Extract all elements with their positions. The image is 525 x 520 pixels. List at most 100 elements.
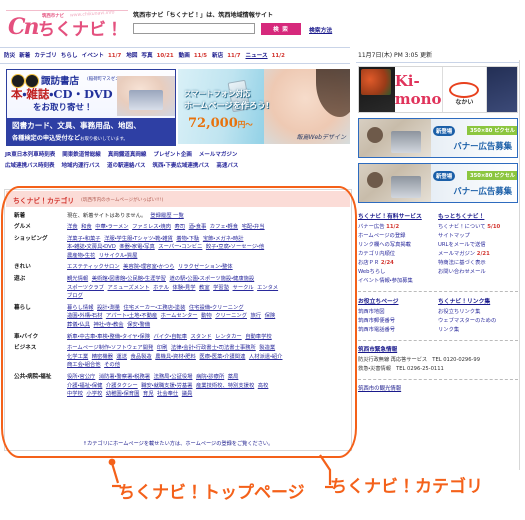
quick-link[interactable]: 地域内運行バス	[62, 163, 101, 169]
category-link[interactable]: 化学工業	[67, 354, 88, 360]
more-link[interactable]: お問い合わせメール	[438, 268, 518, 277]
category-link[interactable]: 住宅設備・クリーニング	[189, 305, 244, 311]
category-link[interactable]: アミューズメント	[107, 285, 149, 291]
category-link[interactable]: ブログ	[67, 293, 83, 299]
category-link[interactable]: 酒・食事	[189, 224, 207, 230]
paid-services-list[interactable]: バナー広告 11/2 ホームページの登録 リンク欄への写真掲載 カテゴリ内順位 お店ＰＲ…	[358, 223, 438, 286]
category-link[interactable]: 寿司	[174, 224, 185, 230]
category-link[interactable]: その他	[104, 362, 120, 368]
category-link[interactable]: 精密機器	[92, 354, 113, 360]
category-link[interactable]: 介護タクシー	[106, 383, 138, 389]
search-input[interactable]	[133, 23, 255, 34]
category-link[interactable]: 小学校	[86, 391, 102, 397]
category-link[interactable]: アパート・土地・不動産	[106, 313, 157, 319]
quick-link[interactable]: 関東鉄道常総線	[62, 152, 101, 158]
links-link[interactable]: リンク集	[438, 326, 518, 335]
category-link[interactable]: 宝飾・メガネ・時計	[203, 236, 244, 242]
more-link[interactable]: メールマガジン 2/21	[438, 250, 518, 259]
nav-item[interactable]: 防災	[4, 53, 15, 59]
category-link[interactable]: 病院・診療所	[196, 374, 224, 380]
useful-list[interactable]: 筑西市地図 筑西市郵便番号 筑西市電話番号	[358, 308, 438, 335]
paid-service-link[interactable]: Webちらし	[358, 268, 438, 277]
paid-service-link[interactable]: リンク欄への写真掲載	[358, 241, 438, 250]
paid-service-link[interactable]: お店ＰＲ 2/24	[358, 259, 438, 268]
category-link[interactable]: レンタカー	[215, 334, 242, 340]
quick-link[interactable]: メールマガジン	[199, 152, 238, 158]
paid-service-link[interactable]: バナー広告 11/2	[358, 223, 438, 232]
search-button[interactable]: 検 索	[261, 23, 301, 35]
category-link[interactable]: 神社・寺・教会	[94, 322, 124, 328]
category-link[interactable]: ホテル	[153, 285, 169, 291]
quick-link[interactable]: 高速バス	[216, 163, 238, 169]
category-link[interactable]: スーパー・コンビニ	[158, 244, 202, 250]
banner-webdesign[interactable]: スマートフォン対応 ホームページを作ろう! 72,000円～ 飯島Webデザイン	[178, 69, 350, 144]
category-link[interactable]: エンタメ	[257, 285, 278, 291]
more-link[interactable]: URLをメールで送信	[438, 241, 518, 250]
category-link[interactable]: 動物	[201, 313, 212, 319]
category-link[interactable]: 着物・下駄	[176, 236, 199, 242]
useful-link[interactable]: 筑西市郵便番号	[358, 317, 438, 326]
category-link[interactable]: 幼稚園・保育園	[106, 391, 140, 397]
category-link[interactable]: 自動車学校	[245, 334, 272, 340]
more-link[interactable]: ちくナビ！について 5/10	[438, 223, 518, 232]
category-link[interactable]: スタンド	[191, 334, 212, 340]
category-link[interactable]: 体験・見学	[173, 285, 196, 291]
category-link[interactable]: 保険	[265, 313, 276, 319]
more-list[interactable]: ちくナビ！について 5/10 サイトマップ URLをメールで送信 メールマガジン 2/…	[438, 223, 518, 277]
category-link[interactable]: ホームページ制作・ソフトウェア開発	[67, 345, 153, 351]
category-link[interactable]: リラクゼーション・整体	[178, 264, 233, 270]
category-link[interactable]: 楽器・家電・写真	[119, 244, 154, 250]
nav-item[interactable]: 新着	[19, 53, 30, 59]
category-link[interactable]: 保安・警備	[127, 322, 150, 328]
category-link[interactable]: 美術館・図書館・公民館・生涯学習	[92, 276, 166, 282]
category-link[interactable]: エステティックサロン	[67, 264, 120, 270]
nav-item[interactable]: ちらし	[61, 53, 78, 59]
category-link[interactable]: 社会奉仕	[157, 391, 178, 397]
category-link[interactable]: サークル	[233, 285, 254, 291]
category-link[interactable]: 観光情報	[67, 276, 88, 282]
category-link[interactable]: リサイクル・質屋	[99, 253, 138, 259]
category-link[interactable]: ファミレス・焼肉	[132, 224, 171, 230]
quick-links[interactable]: JR東日本列車時刻表 関東鉄道常総線 真岡鐵道真岡線 プレゼント企画 メールマガジン 広域…	[5, 150, 353, 172]
category-link[interactable]: 教室	[199, 285, 210, 291]
category-link[interactable]: 和食	[81, 224, 92, 230]
category-link[interactable]: 役所・官公庁	[67, 374, 95, 380]
main-nav[interactable]: 防災 新着 カテゴリ ちらし イベント 11/7 地図 写真 10/21 動画 11/5 新店 11/7…	[4, 51, 350, 61]
category-link[interactable]: 薬局	[228, 374, 239, 380]
category-link[interactable]: 産業技術校、特別支援校	[196, 383, 254, 389]
links-list[interactable]: お役立ちリンク集 ウェブマスターのための リンク集	[438, 308, 518, 335]
nav-item[interactable]: 新店	[212, 53, 223, 59]
more-link[interactable]: サイトマップ	[438, 232, 518, 241]
category-link[interactable]: 住宅メーカー・工務店・塗装	[124, 305, 186, 311]
category-link[interactable]: 介護・福祉・保健	[67, 383, 102, 389]
category-link[interactable]: 登録履歴 一覧	[150, 213, 183, 219]
category-link[interactable]: 造園・外構・石材	[67, 313, 102, 319]
category-link[interactable]: クリーニング	[215, 313, 247, 319]
category-link[interactable]: 農機具・資材・肥料	[155, 354, 196, 360]
category-link[interactable]: 旅行	[251, 313, 262, 319]
category-link[interactable]: スポーツクラブ	[67, 285, 104, 291]
nav-item[interactable]: 動画	[179, 53, 190, 59]
nav-item[interactable]: 地図	[126, 53, 137, 59]
category-link[interactable]: 医療・医薬・介護関連	[199, 354, 245, 360]
nav-item[interactable]: 写真	[141, 53, 152, 59]
site-logo[interactable]: Cn 筑西市ナビ www.chikunavi.info ちくナビ！	[6, 10, 128, 48]
category-link[interactable]: 暮らし情報	[67, 305, 94, 311]
quick-link[interactable]: プレゼント企画	[153, 152, 192, 158]
useful-link[interactable]: 筑西市地図	[358, 308, 438, 317]
useful-link[interactable]: 筑西市電話番号	[358, 326, 438, 335]
category-link[interactable]: 本・雑誌・文房具・DVD	[67, 244, 116, 250]
category-link[interactable]: 設計・測量	[97, 305, 120, 311]
category-link[interactable]: 法律・会計・行政書士・司法書士事務所	[171, 345, 256, 351]
category-link[interactable]: 職安・就職支援・労基署	[141, 383, 192, 389]
quick-link[interactable]: 真岡鐵道真岡線	[108, 152, 147, 158]
category-link[interactable]: 商工会・組合他	[67, 362, 101, 368]
category-link[interactable]: 食品製造	[131, 354, 152, 360]
category-link[interactable]: バイク・自転車	[154, 334, 187, 340]
category-link[interactable]: 人材派遣・紹介	[249, 354, 283, 360]
nav-item[interactable]: イベント	[82, 53, 104, 59]
category-link[interactable]: カフェ・軽食	[210, 224, 238, 230]
category-link[interactable]: 道の駅・公園・スポーツ施設・健康施設	[169, 276, 254, 282]
category-link[interactable]: 宅配・弁当	[242, 224, 265, 230]
category-link[interactable]: 葬儀・仏具	[67, 322, 90, 328]
